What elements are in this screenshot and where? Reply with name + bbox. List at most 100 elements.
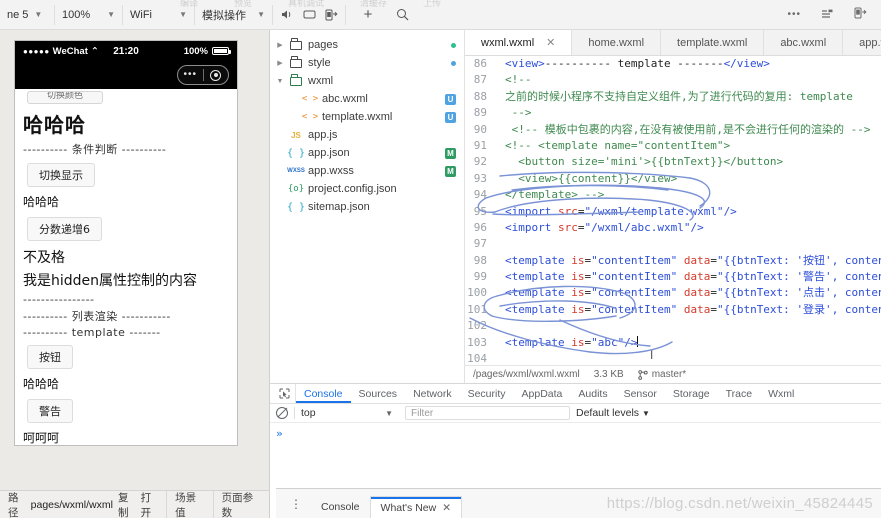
- console-context-selector[interactable]: top ▼: [294, 407, 399, 419]
- code-line-text[interactable]: <!--: [495, 72, 881, 88]
- tree-item-sitemap-json[interactable]: { } sitemap.json: [270, 198, 464, 216]
- code-line-text[interactable]: <import src="/wxml/abc.wxml"/>: [495, 220, 881, 236]
- devtools-tab-console[interactable]: Console: [296, 384, 351, 403]
- drawer-menu-icon[interactable]: ⋮: [282, 497, 311, 511]
- editor-tab-bar: wxml.wxml ✕ home.wxml template.wxml abc.wxml…: [465, 30, 881, 56]
- tree-item-style[interactable]: ▶ style: [270, 54, 464, 72]
- devtools-tab-sources[interactable]: Sources: [351, 384, 406, 403]
- drawer-tab-console[interactable]: Console: [311, 496, 370, 518]
- devtools-tab-storage[interactable]: Storage: [665, 384, 718, 403]
- code-line-text[interactable]: <template is="contentItem" data="{{btnTe…: [495, 269, 881, 285]
- code-token: is: [571, 302, 585, 316]
- code-line-text[interactable]: <button size='mini'>{{btnText}}</button>: [495, 154, 881, 170]
- code-line-text[interactable]: [495, 318, 881, 334]
- git-branch-group[interactable]: master*: [638, 369, 686, 380]
- console-levels-selector[interactable]: Default levels ▼: [576, 407, 650, 419]
- tree-item-app-wxss[interactable]: WXSS app.wxss M: [270, 162, 464, 180]
- editor-tab-home-wxml[interactable]: home.wxml: [572, 30, 662, 55]
- devtools-tab-appdata[interactable]: AppData: [514, 384, 571, 403]
- scrolled-button-partial[interactable]: 切换颜色: [27, 91, 103, 104]
- sim-button[interactable]: 分数递增6: [27, 217, 102, 241]
- code-line-text[interactable]: <!-- <template name="contentItem">: [495, 138, 881, 154]
- console-context-value: top: [301, 407, 316, 419]
- code-line-text[interactable]: <view>{{content}}</view>: [495, 171, 881, 187]
- code-line-text[interactable]: <template is="abc"/>: [495, 335, 881, 351]
- code-token: '按钮': [796, 253, 832, 267]
- code-line-text[interactable]: <!-- 模板中包裹的内容,在没有被使用前,是不会进行任何的渲染的 -->: [495, 122, 881, 138]
- capsule-close-icon[interactable]: [204, 69, 229, 81]
- tree-item-app-js[interactable]: JS app.js: [270, 126, 464, 144]
- code-line-text[interactable]: <template is="contentItem" data="{{btnTe…: [495, 302, 881, 318]
- inspect-element-icon[interactable]: [274, 384, 296, 403]
- sim-button[interactable]: 切换显示: [27, 163, 95, 187]
- clear-console-icon[interactable]: [276, 407, 288, 419]
- zoom-selector[interactable]: 100% ▼: [55, 4, 123, 25]
- code-line-text[interactable]: 之前的时候小程序不支持自定义组件,为了进行代码的复用: template: [495, 89, 881, 105]
- code-line-text[interactable]: [495, 236, 881, 252]
- code-token: </template> -->: [505, 188, 605, 202]
- editor-tab-template-wxml[interactable]: template.wxml: [661, 30, 765, 55]
- panel-toggle-icon[interactable]: [854, 7, 867, 22]
- sim-button[interactable]: 警告: [27, 399, 73, 423]
- copy-path-button[interactable]: 复制: [118, 490, 136, 518]
- devtools-tab-sensor[interactable]: Sensor: [616, 384, 665, 403]
- code-line-text[interactable]: <template is="contentItem" data="{{btnTe…: [495, 285, 881, 301]
- editor-tab-wxml-wxml[interactable]: wxml.wxml ✕: [465, 30, 573, 55]
- devtools-tab-audits[interactable]: Audits: [570, 384, 615, 403]
- devtools-tab-network[interactable]: Network: [405, 384, 460, 403]
- line-number: 86: [473, 57, 487, 70]
- capsule-more-icon[interactable]: •••: [178, 70, 203, 80]
- tree-item-template-wxml[interactable]: < > template.wxml U: [270, 108, 464, 126]
- line-number: 104: [467, 352, 487, 365]
- open-path-button[interactable]: 打开: [141, 490, 159, 518]
- code-token: <!--: [505, 73, 532, 87]
- capsule-button[interactable]: •••: [177, 65, 229, 85]
- outline-icon[interactable]: [821, 8, 834, 22]
- tree-item-project-config-json[interactable]: {o} project.config.json: [270, 180, 464, 198]
- code-line-text[interactable]: [495, 351, 881, 365]
- code-token: "{{btnText:: [716, 286, 797, 300]
- sim-button[interactable]: 按钮: [27, 345, 73, 369]
- main-area: ●●●●● WeChat ⌃ 21:20 100% ••• 切换颜色 哈哈哈 -…: [0, 30, 881, 518]
- code-area[interactable]: 86 <view>---------- template -------</vie…: [465, 56, 881, 365]
- tree-item-pages[interactable]: ▶ pages: [270, 36, 464, 54]
- device-selector[interactable]: ne 5 ▼: [0, 4, 55, 25]
- drawer-tab-what-s-new[interactable]: What's New ✕: [369, 496, 463, 518]
- scene-value-button[interactable]: 场景值: [167, 491, 213, 518]
- tree-status-dot: [451, 42, 456, 48]
- code-line: 88 之前的时候小程序不支持自定义组件,为了进行代码的复用: template: [465, 89, 881, 105]
- chevron-right-icon[interactable]: ▶: [276, 59, 284, 67]
- code-line-text[interactable]: <view>---------- template -------</view>: [495, 56, 881, 72]
- devtools-tab-wxml[interactable]: Wxml: [760, 384, 802, 403]
- tree-item-app-json[interactable]: { } app.json M: [270, 144, 464, 162]
- code-token: <view>{{content}}</view>: [505, 171, 678, 185]
- text-caret: [637, 335, 639, 347]
- more-icon[interactable]: •••: [787, 9, 801, 20]
- code-line-text[interactable]: </template> -->: [495, 187, 881, 203]
- code-line-text[interactable]: -->: [495, 105, 881, 121]
- chevron-down-icon[interactable]: ▼: [276, 78, 284, 85]
- sim-text: 我是hidden属性控制的内容: [23, 273, 198, 289]
- devtools-tab-security[interactable]: Security: [460, 384, 514, 403]
- page-params-button[interactable]: 页面参数: [214, 491, 269, 518]
- chevron-right-icon[interactable]: ▶: [276, 41, 284, 49]
- code-token: is: [571, 253, 585, 267]
- code-token: "contentItem": [591, 286, 678, 300]
- code-token: =: [710, 270, 717, 284]
- code-token: <view>: [505, 57, 545, 70]
- devtools-tab-trace[interactable]: Trace: [718, 384, 760, 403]
- json-file-icon: { }: [286, 201, 306, 213]
- close-icon[interactable]: ✕: [546, 36, 555, 49]
- editor-tab-abc-wxml[interactable]: abc.wxml: [764, 30, 844, 55]
- code-token: , content:: [831, 302, 881, 316]
- console-filter-input[interactable]: Filter: [405, 406, 570, 420]
- tree-item-abc-wxml[interactable]: < > abc.wxml U: [270, 90, 464, 108]
- code-line-text[interactable]: <import src="/wxml/template.wxml"/>: [495, 204, 881, 220]
- close-icon[interactable]: ✕: [442, 502, 451, 514]
- editor-tab-app-wxss[interactable]: app.wxss: [843, 30, 881, 55]
- tree-item-wxml[interactable]: ▼ wxml: [270, 72, 464, 90]
- sim-button-row: 切换显示: [23, 159, 229, 190]
- tree-item-label: project.config.json: [308, 183, 397, 195]
- status-badge: U: [445, 111, 456, 123]
- code-line-text[interactable]: <template is="contentItem" data="{{btnTe…: [495, 253, 881, 269]
